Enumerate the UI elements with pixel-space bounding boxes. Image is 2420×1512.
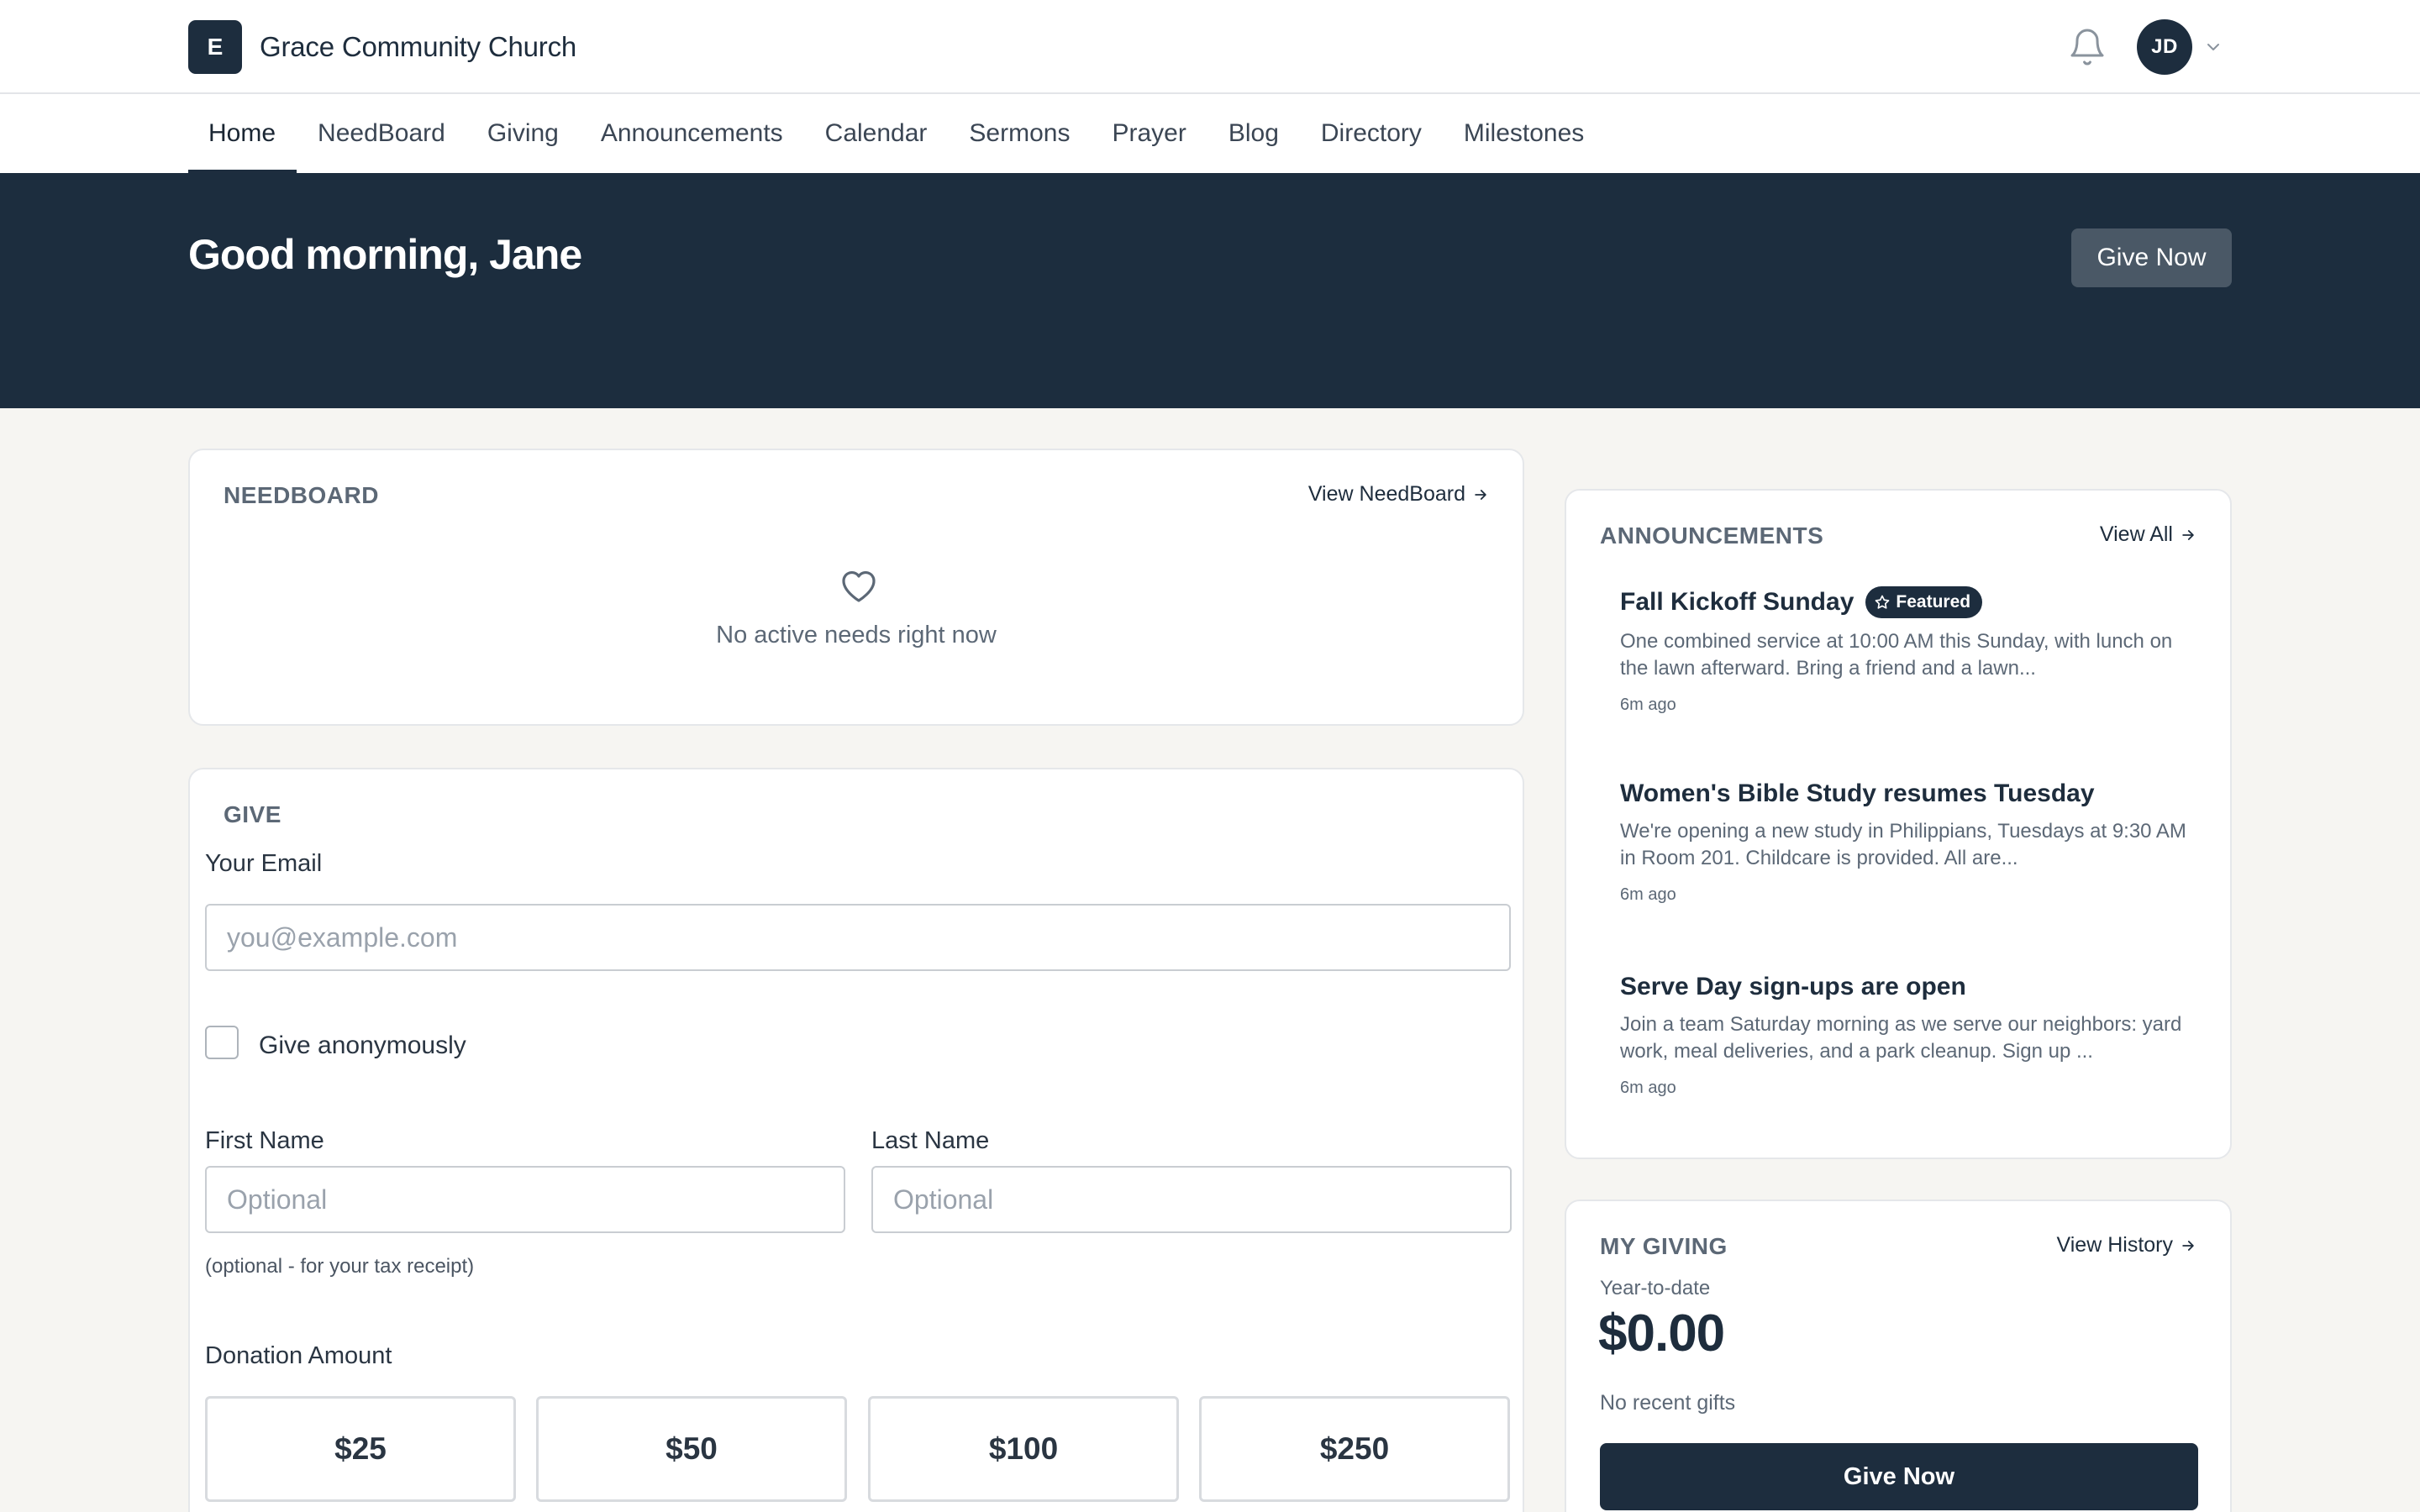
view-history-link[interactable]: View History bbox=[2057, 1233, 2196, 1257]
amount-option-100[interactable]: $100 bbox=[868, 1396, 1179, 1502]
nav-giving[interactable]: Giving bbox=[466, 94, 580, 173]
amount-option-50[interactable]: $50 bbox=[536, 1396, 847, 1502]
heart-icon bbox=[842, 570, 876, 602]
nav-needboard[interactable]: NeedBoard bbox=[297, 94, 466, 173]
nav-milestones[interactable]: Milestones bbox=[1443, 94, 1605, 173]
last-name-label: Last Name bbox=[871, 1127, 990, 1154]
tax-receipt-hint: (optional - for your tax receipt) bbox=[205, 1255, 475, 1278]
recent-gifts-text: No recent gifts bbox=[1600, 1391, 1736, 1415]
announcement-title: Fall Kickoff Sunday bbox=[1620, 588, 1854, 616]
email-label: Your Email bbox=[205, 850, 323, 877]
announcement-item[interactable]: Women's Bible Study resumes Tuesday We'r… bbox=[1620, 780, 2191, 905]
announcement-body: We're opening a new study in Philippians… bbox=[1620, 820, 2186, 869]
first-name-label: First Name bbox=[205, 1127, 324, 1154]
ytd-amount: $0.00 bbox=[1598, 1305, 1725, 1362]
announcement-title: Serve Day sign-ups are open bbox=[1620, 973, 1966, 1000]
announcement-time: 6m ago bbox=[1620, 1079, 1676, 1097]
view-needboard-link[interactable]: View NeedBoard bbox=[1308, 482, 1489, 507]
announcement-body: Join a team Saturday morning as we serve… bbox=[1620, 1013, 2182, 1063]
view-all-announcements-link[interactable]: View All bbox=[2100, 522, 2196, 547]
amount-option-250[interactable]: $250 bbox=[1199, 1396, 1510, 1502]
donation-amount-label: Donation Amount bbox=[205, 1342, 392, 1369]
greeting: Good morning, Jane bbox=[188, 231, 582, 278]
hero-banner: Good morning, Jane Give Now bbox=[0, 173, 2420, 408]
anonymous-label: Give anonymously bbox=[259, 1032, 466, 1059]
star-icon bbox=[1876, 595, 1890, 609]
announcement-item[interactable]: Fall Kickoff Sunday Featured One combine… bbox=[1620, 586, 2191, 715]
give-now-button[interactable]: Give Now bbox=[1600, 1443, 2198, 1510]
nav-directory[interactable]: Directory bbox=[1300, 94, 1443, 173]
main-nav: Home NeedBoard Giving Announcements Cale… bbox=[0, 94, 2420, 173]
view-needboard-label: View NeedBoard bbox=[1307, 482, 1465, 506]
announcement-item[interactable]: Serve Day sign-ups are open Join a team … bbox=[1620, 973, 2191, 1098]
view-all-label: View All bbox=[2099, 522, 2173, 546]
needboard-empty-text: No active needs right now bbox=[716, 622, 997, 648]
view-history-label: View History bbox=[2056, 1233, 2173, 1257]
hero-give-now-button[interactable]: Give Now bbox=[2071, 228, 2232, 287]
email-field[interactable] bbox=[205, 904, 1511, 971]
featured-badge-label: Featured bbox=[1896, 592, 1971, 612]
nav-calendar[interactable]: Calendar bbox=[804, 94, 949, 173]
give-card: GIVE Your Email Give anonymously First N… bbox=[188, 768, 1524, 1512]
arrow-right-icon bbox=[2182, 529, 2194, 540]
anonymous-checkbox[interactable] bbox=[205, 1026, 239, 1059]
announcement-time: 6m ago bbox=[1620, 885, 1676, 904]
first-name-field[interactable] bbox=[205, 1166, 845, 1233]
nav-sermons[interactable]: Sermons bbox=[948, 94, 1091, 173]
announcement-time: 6m ago bbox=[1620, 696, 1676, 714]
brand[interactable]: E Grace Community Church bbox=[188, 20, 576, 74]
announcement-title: Women's Bible Study resumes Tuesday bbox=[1620, 780, 2095, 807]
announcements-title: ANNOUNCEMENTS bbox=[1600, 522, 1824, 549]
my-giving-title: MY GIVING bbox=[1600, 1233, 1728, 1259]
amount-option-25[interactable]: $25 bbox=[205, 1396, 516, 1502]
needboard-card: NEEDBOARD View NeedBoard No active needs… bbox=[188, 449, 1524, 726]
nav-home[interactable]: Home bbox=[188, 94, 297, 173]
nav-announcements[interactable]: Announcements bbox=[580, 94, 804, 173]
give-title: GIVE bbox=[224, 801, 281, 827]
announcement-body: One combined service at 10:00 AM this Su… bbox=[1620, 630, 2173, 680]
nav-prayer[interactable]: Prayer bbox=[1091, 94, 1207, 173]
my-giving-card: MY GIVING View History Year-to-date $0.0… bbox=[1565, 1200, 2232, 1512]
featured-badge: Featured bbox=[1865, 586, 1983, 618]
announcements-card: ANNOUNCEMENTS View All Fall Kickoff Sund… bbox=[1565, 489, 2232, 1159]
top-bar: E Grace Community Church JD bbox=[0, 0, 2420, 94]
avatar[interactable]: JD bbox=[2137, 19, 2192, 75]
bell-icon[interactable] bbox=[2067, 27, 2107, 67]
needboard-title: NEEDBOARD bbox=[224, 482, 379, 508]
last-name-field[interactable] bbox=[871, 1166, 1512, 1233]
church-logo: E bbox=[188, 20, 242, 74]
nav-blog[interactable]: Blog bbox=[1207, 94, 1300, 173]
chevron-down-icon[interactable] bbox=[2203, 37, 2223, 57]
arrow-right-icon bbox=[1475, 489, 1486, 500]
church-name: Grace Community Church bbox=[260, 31, 577, 62]
arrow-right-icon bbox=[2182, 1240, 2194, 1251]
ytd-label: Year-to-date bbox=[1600, 1277, 1711, 1299]
